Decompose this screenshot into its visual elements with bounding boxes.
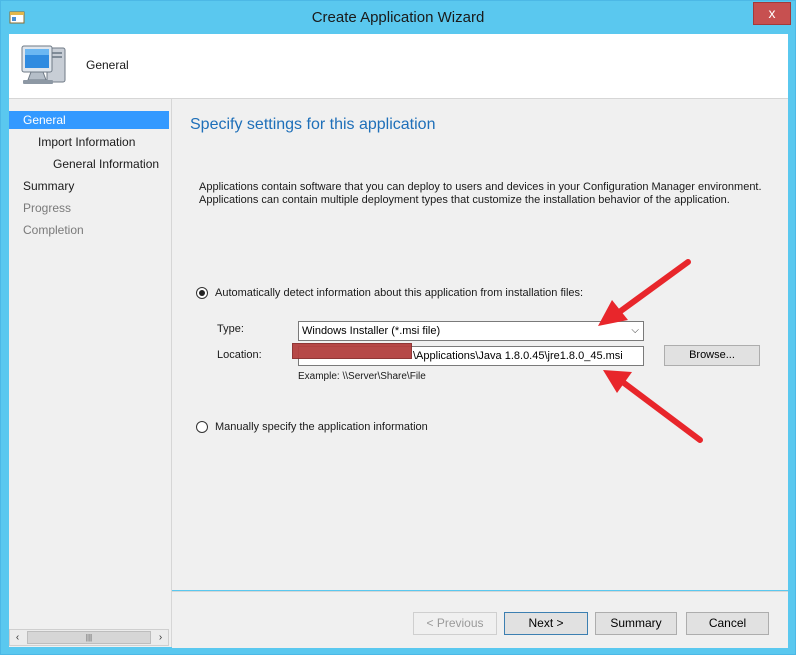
auto-detect-radio[interactable]: [196, 287, 208, 299]
close-button[interactable]: x: [753, 2, 791, 25]
redaction-mark: [292, 343, 412, 359]
nav-item-completion: Completion: [23, 223, 84, 237]
title-bar[interactable]: Create Application Wizard x: [1, 1, 795, 34]
nav-item-progress: Progress: [23, 201, 72, 215]
page-heading: Specify settings for this application: [190, 116, 436, 133]
scroll-left-icon[interactable]: ‹: [10, 630, 25, 645]
next-button[interactable]: Next >: [504, 612, 588, 635]
header-title: General: [86, 58, 129, 72]
location-label: Location:: [217, 349, 262, 361]
nav-item-summary[interactable]: Summary: [9, 177, 169, 195]
computer-icon: [21, 45, 66, 84]
example-text: Example: \\Server\Share\File: [298, 371, 426, 382]
cancel-button[interactable]: Cancel: [686, 612, 769, 635]
nav-item-general-information[interactable]: General Information: [9, 155, 169, 173]
summary-button[interactable]: Summary: [595, 612, 677, 635]
wizard-footer: < Previous Next > Summary Cancel: [172, 591, 788, 648]
content-panel: Specify settings for this application Ap…: [172, 99, 788, 590]
manual-specify-label[interactable]: Manually specify the application informa…: [215, 421, 428, 433]
scrollbar-thumb[interactable]: |||: [27, 631, 151, 644]
chevron-down-icon[interactable]: ⌵: [631, 322, 639, 340]
wizard-window: Create Application Wizard x General Gene…: [0, 0, 796, 655]
auto-detect-label[interactable]: Automatically detect information about t…: [215, 287, 583, 299]
scroll-right-icon[interactable]: ›: [153, 630, 168, 645]
description: Applications contain software that you c…: [199, 181, 769, 207]
type-select[interactable]: Windows Installer (*.msi file) ⌵: [298, 321, 644, 341]
location-value: \Applications\Java 1.8.0.45\jre1.8.0_45.…: [413, 350, 623, 362]
nav-item-import-information[interactable]: Import Information: [9, 133, 169, 151]
browse-button[interactable]: Browse...: [664, 345, 760, 366]
type-select-value: Windows Installer (*.msi file): [302, 325, 441, 337]
type-label: Type:: [217, 323, 244, 335]
description-line-2: Applications can contain multiple deploy…: [199, 194, 730, 206]
previous-button[interactable]: < Previous: [413, 612, 497, 635]
nav-item-general[interactable]: General: [9, 111, 169, 129]
wizard-header: General: [9, 34, 788, 99]
description-line-1: Applications contain software that you c…: [199, 181, 762, 193]
wizard-nav: General Import Information General Infor…: [9, 99, 172, 647]
window-title: Create Application Wizard: [311, 9, 485, 26]
nav-horizontal-scrollbar[interactable]: ‹ ||| ›: [9, 629, 169, 646]
manual-specify-radio[interactable]: [196, 421, 208, 433]
